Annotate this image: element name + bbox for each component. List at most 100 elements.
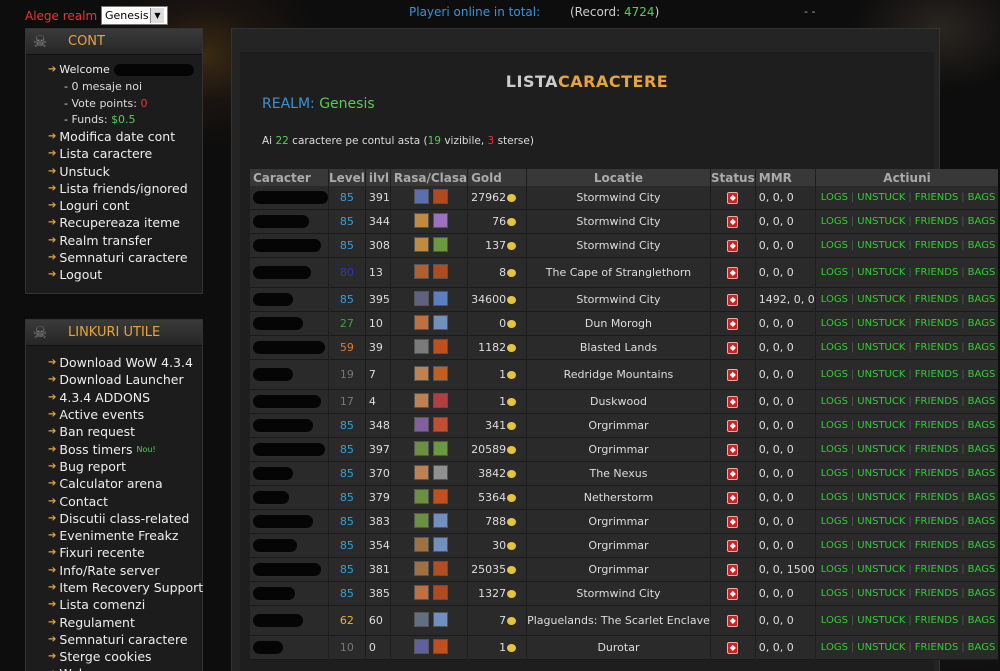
useful-link-5[interactable]: ➔ Boss timers Nou! [48, 440, 202, 457]
messages-count[interactable]: - 0 mesaje noi [48, 78, 202, 95]
column-header[interactable]: Level [329, 169, 365, 186]
account-link-4[interactable]: ➔ Loguri cont [48, 197, 202, 214]
logs-link[interactable]: LOGS [821, 444, 848, 455]
logs-link[interactable]: LOGS [821, 318, 848, 329]
bags-link[interactable]: BAGS [968, 240, 996, 251]
unstuck-link[interactable]: UNSTUCK [857, 318, 905, 329]
column-header[interactable]: MMR [755, 169, 815, 186]
useful-link-2[interactable]: ➔ 4.3.4 ADDONS [48, 389, 202, 406]
useful-link-17[interactable]: ➔ Sterge cookies [48, 648, 202, 665]
useful-link-4[interactable]: ➔ Ban request [48, 423, 202, 440]
bags-link[interactable]: BAGS [968, 444, 996, 455]
friends-link[interactable]: FRIENDS [915, 444, 959, 455]
bags-link[interactable]: BAGS [968, 492, 996, 503]
unstuck-link[interactable]: UNSTUCK [857, 267, 905, 278]
logs-link[interactable]: LOGS [821, 420, 848, 431]
account-link-1[interactable]: ➔ Lista caractere [48, 145, 202, 162]
unstuck-link[interactable]: UNSTUCK [857, 240, 905, 251]
useful-link-1[interactable]: ➔ Download Launcher [48, 371, 202, 388]
column-header[interactable]: Actiuni [815, 169, 999, 186]
account-link-0[interactable]: ➔ Modifica date cont [48, 128, 202, 145]
unstuck-link[interactable]: UNSTUCK [857, 294, 905, 305]
friends-link[interactable]: FRIENDS [915, 588, 959, 599]
bags-link[interactable]: BAGS [968, 216, 996, 227]
unstuck-link[interactable]: UNSTUCK [857, 516, 905, 527]
useful-link-6[interactable]: ➔ Bug report [48, 458, 202, 475]
column-header[interactable]: Locatie [527, 169, 710, 186]
character-name[interactable] [250, 534, 328, 558]
realm-select[interactable]: Genesis ▼ [101, 6, 168, 25]
friends-link[interactable]: FRIENDS [915, 240, 959, 251]
unstuck-link[interactable]: UNSTUCK [857, 420, 905, 431]
friends-link[interactable]: FRIENDS [915, 192, 959, 203]
account-link-8[interactable]: ➔ Logout [48, 266, 202, 283]
unstuck-link[interactable]: UNSTUCK [857, 444, 905, 455]
character-name[interactable] [250, 558, 328, 582]
unstuck-link[interactable]: UNSTUCK [857, 342, 905, 353]
logs-link[interactable]: LOGS [821, 588, 848, 599]
character-name[interactable] [250, 336, 328, 360]
logs-link[interactable]: LOGS [821, 492, 848, 503]
bags-link[interactable]: BAGS [968, 192, 996, 203]
friends-link[interactable]: FRIENDS [915, 540, 959, 551]
character-name[interactable] [250, 186, 328, 210]
logs-link[interactable]: LOGS [821, 294, 848, 305]
logs-link[interactable]: LOGS [821, 540, 848, 551]
account-link-6[interactable]: ➔ Realm transfer [48, 232, 202, 249]
bags-link[interactable]: BAGS [968, 642, 996, 653]
character-name[interactable] [250, 510, 328, 534]
unstuck-link[interactable]: UNSTUCK [857, 369, 905, 380]
bags-link[interactable]: BAGS [968, 564, 996, 575]
logs-link[interactable]: LOGS [821, 342, 848, 353]
character-name[interactable] [250, 360, 328, 390]
useful-link-0[interactable]: ➔ Download WoW 4.3.4 [48, 354, 202, 371]
useful-link-14[interactable]: ➔ Lista comenzi [48, 596, 202, 613]
friends-link[interactable]: FRIENDS [915, 396, 959, 407]
useful-link-10[interactable]: ➔ Evenimente Freakz [48, 527, 202, 544]
character-name[interactable] [250, 312, 328, 336]
unstuck-link[interactable]: UNSTUCK [857, 396, 905, 407]
friends-link[interactable]: FRIENDS [915, 492, 959, 503]
logs-link[interactable]: LOGS [821, 267, 848, 278]
friends-link[interactable]: FRIENDS [915, 516, 959, 527]
friends-link[interactable]: FRIENDS [915, 564, 959, 575]
useful-link-9[interactable]: ➔ Discutii class-related [48, 510, 202, 527]
character-name[interactable] [250, 258, 328, 288]
useful-link-7[interactable]: ➔ Calculator arena [48, 475, 202, 492]
account-link-3[interactable]: ➔ Lista friends/ignored [48, 180, 202, 197]
bags-link[interactable]: BAGS [968, 540, 996, 551]
column-header[interactable]: Caracter [250, 169, 328, 186]
logs-link[interactable]: LOGS [821, 564, 848, 575]
character-name[interactable] [250, 234, 328, 258]
character-name[interactable] [250, 606, 328, 636]
character-name[interactable] [250, 288, 328, 312]
useful-link-8[interactable]: ➔ Contact [48, 492, 202, 509]
unstuck-link[interactable]: UNSTUCK [857, 564, 905, 575]
bags-link[interactable]: BAGS [968, 615, 996, 626]
character-name[interactable] [250, 210, 328, 234]
character-name[interactable] [250, 582, 328, 606]
bags-link[interactable]: BAGS [968, 420, 996, 431]
useful-link-13[interactable]: ➔ Item Recovery Support [48, 579, 203, 596]
logs-link[interactable]: LOGS [821, 240, 848, 251]
useful-link-3[interactable]: ➔ Active events [48, 406, 202, 423]
logs-link[interactable]: LOGS [821, 615, 848, 626]
bags-link[interactable]: BAGS [968, 369, 996, 380]
account-link-7[interactable]: ➔ Semnaturi caractere [48, 249, 202, 266]
logs-link[interactable]: LOGS [821, 216, 848, 227]
friends-link[interactable]: FRIENDS [915, 294, 959, 305]
bags-link[interactable]: BAGS [968, 588, 996, 599]
friends-link[interactable]: FRIENDS [915, 420, 959, 431]
unstuck-link[interactable]: UNSTUCK [857, 468, 905, 479]
unstuck-link[interactable]: UNSTUCK [857, 192, 905, 203]
bags-link[interactable]: BAGS [968, 318, 996, 329]
logs-link[interactable]: LOGS [821, 369, 848, 380]
friends-link[interactable]: FRIENDS [915, 468, 959, 479]
bags-link[interactable]: BAGS [968, 294, 996, 305]
column-header[interactable]: Status [710, 169, 755, 186]
unstuck-link[interactable]: UNSTUCK [857, 216, 905, 227]
unstuck-link[interactable]: UNSTUCK [857, 588, 905, 599]
logs-link[interactable]: LOGS [821, 396, 848, 407]
column-header[interactable]: ilvl [365, 169, 390, 186]
character-name[interactable] [250, 636, 328, 660]
